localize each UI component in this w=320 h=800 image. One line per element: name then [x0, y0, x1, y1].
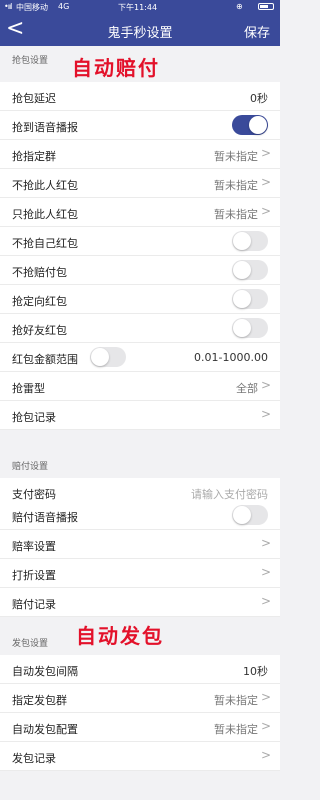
chevron-right-icon: > [260, 407, 271, 421]
status-time: 下午11:44 [118, 3, 158, 12]
row-grab-directed: 抢定向红包 [0, 285, 280, 314]
section-title-send: 发包设置 [12, 639, 49, 649]
chevron-right-icon: > [260, 146, 271, 160]
row-mine-type[interactable]: 抢雷型 全部 > [0, 372, 280, 401]
grab-voice-toggle[interactable] [232, 115, 268, 135]
chevron-right-icon: > [260, 719, 271, 733]
amount-range-toggle[interactable] [90, 347, 126, 367]
save-button[interactable]: 保存 [244, 22, 270, 41]
chevron-right-icon: > [260, 378, 271, 392]
row-send-records[interactable]: 发包记录 > [0, 742, 280, 771]
row-discount-settings[interactable]: 打折设置 > [0, 559, 280, 588]
chevron-right-icon: > [260, 536, 271, 550]
chevron-right-icon: > [260, 565, 271, 579]
row-grab-records[interactable]: 抢包记录 > [0, 401, 280, 430]
row-label: 抢包记录 [12, 411, 56, 424]
row-grab-friend: 抢好友红包 [0, 314, 280, 343]
skip-payout-toggle[interactable] [232, 260, 268, 280]
row-label: 不抢此人红包 [12, 179, 78, 192]
row-send-group[interactable]: 指定发包群 暂未指定 > [0, 684, 280, 713]
row-grab-voice: 抢到语音播报 [0, 111, 280, 140]
toggle-knob [233, 232, 251, 250]
payout-voice-toggle[interactable] [232, 505, 268, 525]
send-group-value: 暂未指定 [214, 694, 258, 707]
row-amount-range: 红包金额范围 0.01-1000.00 [0, 343, 280, 372]
network-label: 4G [58, 2, 70, 11]
row-label: 抢包延迟 [12, 92, 56, 105]
chevron-right-icon: > [260, 594, 271, 608]
grab-directed-toggle[interactable] [232, 289, 268, 309]
overlay-auto-send: 自动发包 [76, 624, 164, 648]
grab-delay-value: 0秒 [250, 92, 268, 105]
chevron-right-icon: > [260, 175, 271, 189]
row-skip-payout-packet: 不抢赔付包 [0, 256, 280, 285]
row-payout-records[interactable]: 赔付记录 > [0, 588, 280, 617]
row-send-interval[interactable]: 自动发包间隔 10秒 [0, 655, 280, 684]
grab-friend-toggle[interactable] [232, 318, 268, 338]
chevron-right-icon: > [260, 204, 271, 218]
row-send-config[interactable]: 自动发包配置 暂未指定 > [0, 713, 280, 742]
toggle-knob [233, 319, 251, 337]
row-label: 抢指定群 [12, 150, 56, 163]
row-label: 赔付语音播报 [12, 511, 78, 524]
row-label: 支付密码 [12, 488, 56, 501]
section-header-payout: 赔付设置 [0, 430, 280, 478]
nav-bar: < 鬼手秒设置 保存 [0, 14, 280, 46]
send-interval-value: 10秒 [243, 665, 268, 678]
row-skip-own: 不抢自己红包 [0, 227, 280, 256]
row-label: 红包金额范围 [12, 353, 78, 366]
specified-group-value: 暂未指定 [214, 150, 258, 163]
row-label: 抢定向红包 [12, 295, 67, 308]
row-label: 赔率设置 [12, 540, 56, 553]
orientation-lock-icon: ⊕ [236, 2, 243, 11]
row-label: 不抢自己红包 [12, 237, 78, 250]
toggle-knob [233, 261, 251, 279]
overlay-auto-payout: 自动赔付 [72, 56, 160, 80]
row-label: 打折设置 [12, 569, 56, 582]
row-exclude-person[interactable]: 不抢此人红包 暂未指定 > [0, 169, 280, 198]
exclude-person-value: 暂未指定 [214, 179, 258, 192]
row-label: 只抢此人红包 [12, 208, 78, 221]
battery-icon [258, 3, 274, 10]
section-title-grab: 抢包设置 [12, 56, 49, 66]
carrier-label: 中国移动 [16, 3, 48, 12]
chevron-right-icon: > [260, 690, 271, 704]
amount-range-value[interactable]: 0.01-1000.00 [194, 351, 268, 364]
toggle-knob [249, 116, 267, 134]
row-label: 自动发包配置 [12, 723, 78, 736]
row-grab-specified-group[interactable]: 抢指定群 暂未指定 > [0, 140, 280, 169]
row-label: 指定发包群 [12, 694, 67, 707]
only-person-value: 暂未指定 [214, 208, 258, 221]
toggle-knob [233, 506, 251, 524]
send-config-value: 暂未指定 [214, 723, 258, 736]
skip-own-toggle[interactable] [232, 231, 268, 251]
chevron-right-icon: > [260, 748, 271, 762]
toggle-knob [233, 290, 251, 308]
toggle-knob [91, 348, 109, 366]
row-label: 不抢赔付包 [12, 266, 67, 279]
pay-password-input[interactable]: 请输入支付密码 [191, 486, 268, 502]
row-label: 赔付记录 [12, 598, 56, 611]
mine-type-value: 全部 [236, 382, 258, 395]
signal-icon: •ııl [4, 2, 12, 11]
row-payout-voice: 赔付语音播报 [0, 501, 280, 530]
row-label: 抢好友红包 [12, 324, 67, 337]
row-label: 抢雷型 [12, 382, 45, 395]
row-odds-settings[interactable]: 赔率设置 > [0, 530, 280, 559]
section-title-payout: 赔付设置 [12, 462, 49, 472]
row-grab-delay[interactable]: 抢包延迟 0秒 [0, 82, 280, 111]
row-label: 自动发包间隔 [12, 665, 78, 678]
row-label: 抢到语音播报 [12, 121, 78, 134]
row-only-person[interactable]: 只抢此人红包 暂未指定 > [0, 198, 280, 227]
row-label: 发包记录 [12, 752, 56, 765]
status-bar: •ııl 中国移动 4G 下午11:44 ⊕ [0, 0, 280, 14]
page-title: 鬼手秒设置 [107, 26, 173, 41]
